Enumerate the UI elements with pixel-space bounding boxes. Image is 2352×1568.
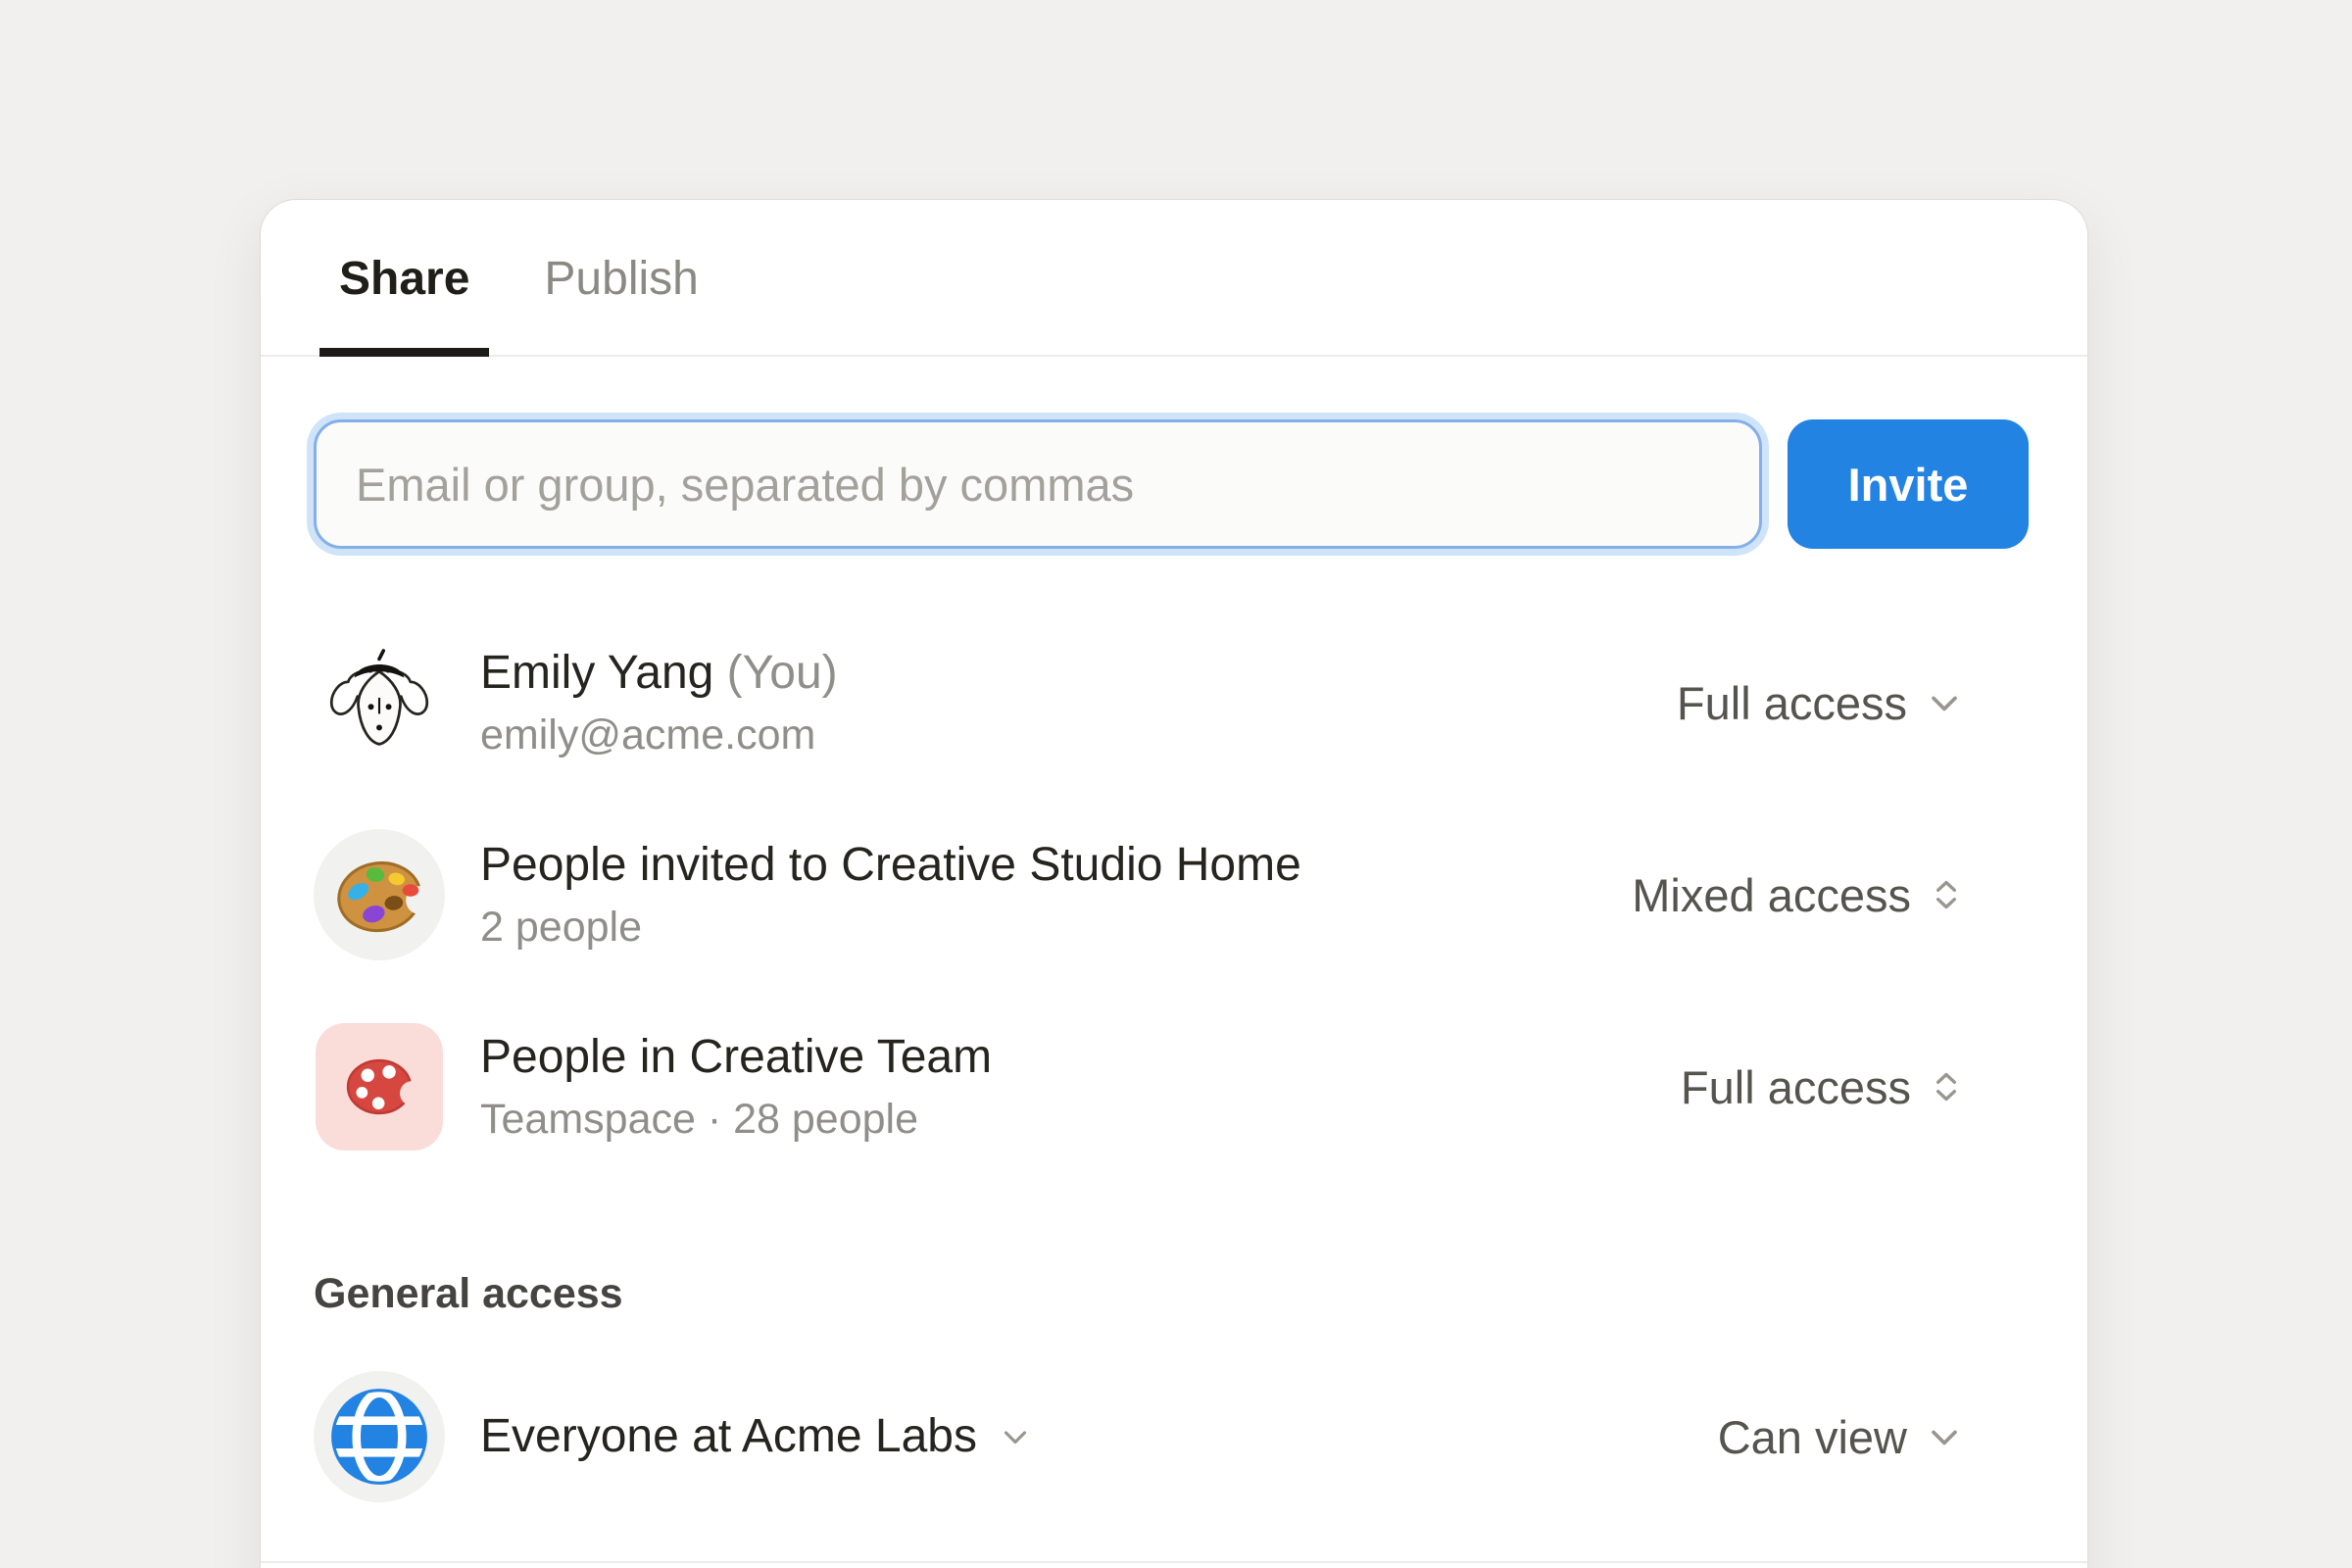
list-item-everyone: Everyone at Acme Labs Can view — [314, 1371, 2029, 1502]
access-dropdown-invited-group[interactable]: Mixed access — [1632, 868, 2029, 922]
access-dropdown-creative-team[interactable]: Full access — [1681, 1060, 2029, 1114]
dialog-tab-bar: Share Publish — [261, 200, 2087, 357]
tab-publish[interactable]: Publish — [524, 200, 717, 357]
person-email: emily@acme.com — [480, 706, 838, 764]
footer-divider — [261, 1561, 2087, 1563]
tab-share-label: Share — [339, 252, 469, 306]
avatar-circle — [314, 1371, 445, 1502]
chevron-down-icon — [997, 1418, 1034, 1455]
invite-button[interactable]: Invite — [1788, 419, 2029, 549]
globe-icon — [328, 1386, 430, 1488]
avatar — [314, 1021, 445, 1152]
avatar — [314, 829, 445, 960]
access-label: Can view — [1718, 1410, 1907, 1464]
access-label: Mixed access — [1632, 868, 1911, 922]
share-dialog: Share Publish Invite — [261, 200, 2087, 1568]
avatar — [314, 637, 445, 768]
person-avatar-illustration-icon — [327, 644, 431, 761]
teamspace-icon-tile — [316, 1023, 443, 1151]
avatar-circle — [314, 829, 445, 960]
everyone-label: Everyone at Acme Labs — [480, 1404, 977, 1469]
access-label: Full access — [1681, 1060, 1911, 1114]
general-access-heading: General access — [314, 1270, 2029, 1318]
teamspace-name: People in Creative Team — [480, 1025, 992, 1090]
access-label: Full access — [1677, 676, 1907, 730]
red-palette-icon — [338, 1046, 420, 1128]
chevron-down-icon — [1923, 1415, 1966, 1458]
tab-share[interactable]: Share — [319, 200, 489, 357]
list-item-creative-team: People in Creative Team Teamspace · 28 p… — [314, 1021, 2029, 1152]
chevron-up-down-icon — [1927, 1067, 1966, 1106]
email-input[interactable] — [314, 419, 1762, 549]
person-info: Emily Yang (You) emily@acme.com — [480, 641, 838, 764]
people-list: Emily Yang (You) emily@acme.com Full acc… — [314, 637, 2029, 1152]
access-dropdown-emily[interactable]: Full access — [1677, 676, 2029, 730]
person-name: Emily Yang (You) — [480, 641, 838, 706]
list-item-emily: Emily Yang (You) emily@acme.com Full acc… — [314, 637, 2029, 768]
dialog-content: Invite — [261, 419, 2087, 1502]
chevron-down-icon — [1923, 681, 1966, 724]
group-info: People invited to Creative Studio Home 2… — [480, 833, 1301, 956]
invite-row: Invite — [314, 419, 2029, 549]
group-member-count: 2 people — [480, 898, 1301, 956]
artist-palette-icon — [321, 837, 436, 952]
chevron-up-down-icon — [1927, 875, 1966, 914]
everyone-scope-dropdown[interactable]: Everyone at Acme Labs — [480, 1404, 1034, 1469]
person-name-text: Emily Yang — [480, 647, 713, 699]
list-item-invited-group: People invited to Creative Studio Home 2… — [314, 829, 2029, 960]
person-you-suffix: (You) — [713, 647, 837, 699]
access-dropdown-everyone[interactable]: Can view — [1718, 1410, 2029, 1464]
group-name: People invited to Creative Studio Home — [480, 833, 1301, 898]
teamspace-info: People in Creative Team Teamspace · 28 p… — [480, 1025, 992, 1149]
tab-publish-label: Publish — [544, 252, 698, 306]
teamspace-member-count: Teamspace · 28 people — [480, 1090, 992, 1149]
avatar — [314, 1371, 445, 1502]
